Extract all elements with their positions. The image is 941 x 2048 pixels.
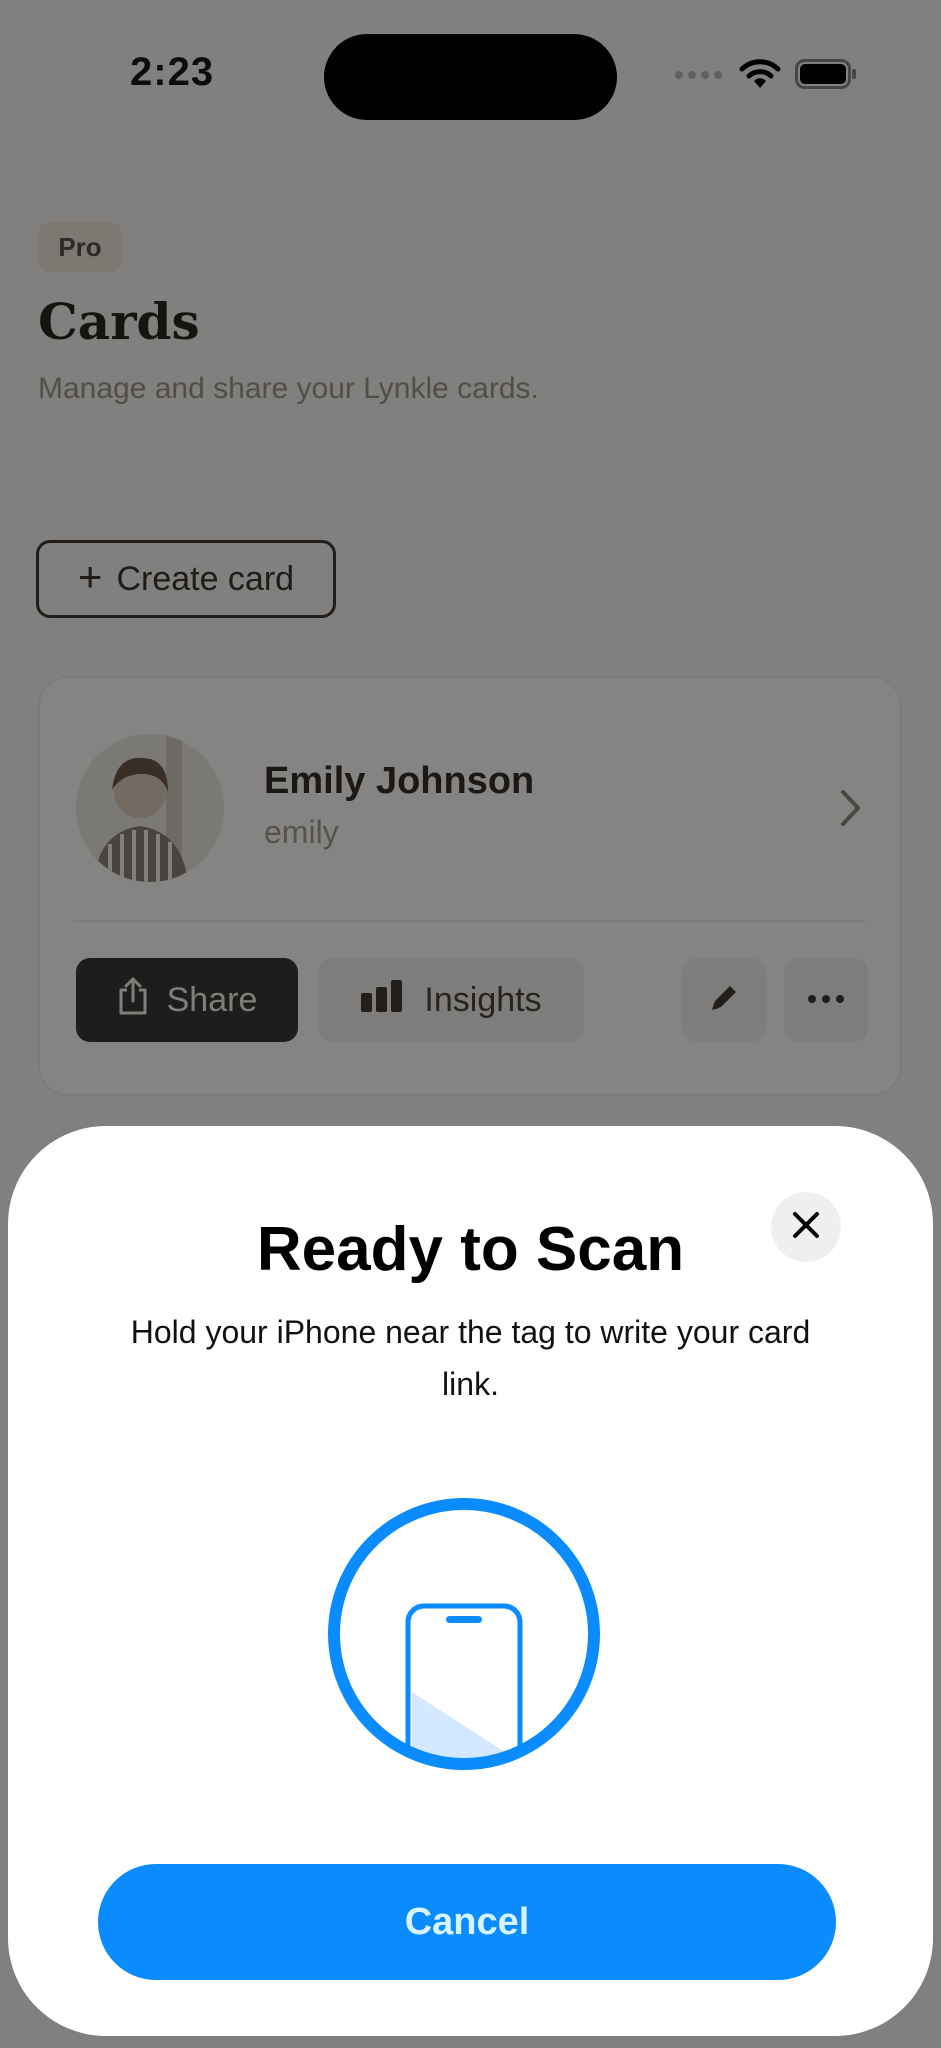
sheet-title: Ready to Scan bbox=[256, 1215, 685, 1284]
phone-scan-icon bbox=[326, 1496, 602, 1772]
sheet-message: Hold your iPhone near the tag to write y… bbox=[130, 1314, 811, 1402]
cancel-button[interactable]: Cancel bbox=[98, 1864, 836, 1980]
nfc-scan-sheet: Ready to Scan Hold your iPhone near the … bbox=[8, 1126, 933, 2036]
